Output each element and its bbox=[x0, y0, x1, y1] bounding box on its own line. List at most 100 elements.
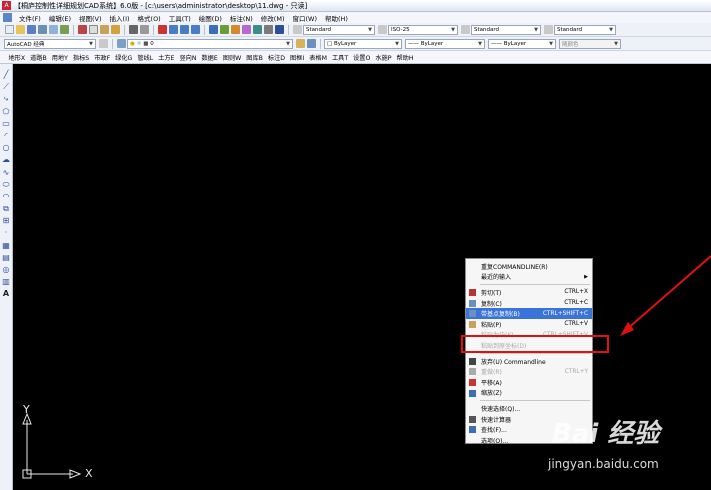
lineweight-select[interactable]: —— ByLayer ▼ bbox=[488, 38, 556, 49]
linetype-select[interactable]: —— ByLayer ▼ bbox=[405, 38, 485, 49]
undo-icon bbox=[469, 357, 476, 365]
rectangle-icon[interactable]: ▭ bbox=[2, 119, 11, 128]
make-block-icon[interactable]: ⊞ bbox=[2, 216, 11, 225]
workspace-select[interactable]: AutoCAD 经典 ▼ bbox=[4, 38, 96, 49]
multiline-text-icon[interactable]: A bbox=[2, 289, 11, 298]
menu-format[interactable]: 格式(O) bbox=[134, 13, 165, 23]
spline-icon[interactable]: ∿ bbox=[2, 168, 11, 177]
copy-icon[interactable] bbox=[89, 25, 98, 34]
cn-menu-earthwork[interactable]: 土方E bbox=[156, 53, 177, 62]
zoom-previous-icon[interactable] bbox=[191, 25, 200, 34]
menu-dimension[interactable]: 标注(N) bbox=[226, 13, 257, 23]
insert-block-icon[interactable]: ⧉ bbox=[2, 204, 11, 213]
zoom-realtime-icon[interactable] bbox=[169, 25, 178, 34]
cn-menu-settings[interactable]: 设置O bbox=[351, 53, 373, 62]
plot-icon[interactable] bbox=[38, 25, 47, 34]
cn-menu-library[interactable]: 图库B bbox=[244, 53, 266, 62]
context-menu-item[interactable]: 重复COMMANDLINE(R) bbox=[466, 261, 592, 272]
context-menu-item[interactable]: 带基点复制(B) CTRL+SHIFT+C bbox=[466, 308, 592, 319]
zoom-icon bbox=[469, 389, 476, 397]
context-menu-item[interactable]: 缩放(Z) bbox=[466, 388, 592, 399]
table-icon[interactable]: ▥ bbox=[2, 277, 11, 286]
menu-file[interactable]: 文件(F) bbox=[15, 13, 45, 23]
make-current-layer-icon[interactable] bbox=[296, 39, 305, 48]
match-properties-icon[interactable] bbox=[111, 25, 120, 34]
cn-menu-greening[interactable]: 绿化G bbox=[113, 53, 135, 62]
context-menu-item[interactable]: 放弃(U) Commandline bbox=[466, 356, 592, 367]
menu-tools[interactable]: 工具(T) bbox=[165, 13, 195, 23]
sheet-set-icon[interactable] bbox=[242, 25, 251, 34]
construction-line-icon[interactable]: ⟋ bbox=[2, 82, 11, 91]
cn-menu-terrain[interactable]: 地形X bbox=[6, 53, 28, 62]
line-icon[interactable]: ╱ bbox=[2, 70, 11, 79]
multileader-style-select[interactable]: Standard ▼ bbox=[554, 24, 616, 35]
context-menu-item[interactable]: 粘贴(P) CTRL+V bbox=[466, 319, 592, 330]
cn-menu-vertical[interactable]: 竖向N bbox=[177, 53, 199, 62]
ellipse-arc-icon[interactable]: ◠ bbox=[2, 192, 11, 201]
menu-view[interactable]: 视图(V) bbox=[75, 13, 106, 23]
app-icon[interactable]: A bbox=[2, 1, 11, 10]
separator bbox=[204, 24, 205, 35]
hatch-icon[interactable]: ▦ bbox=[2, 241, 11, 250]
color-select[interactable]: □ ByLayer ▼ bbox=[324, 38, 402, 49]
cn-menu-road[interactable]: 道路B bbox=[28, 53, 50, 62]
menu-edit[interactable]: 编辑(E) bbox=[45, 13, 75, 23]
menu-help[interactable]: 帮助(H) bbox=[321, 13, 352, 23]
cn-menu-pipeline[interactable]: 管线L bbox=[135, 53, 156, 62]
cn-menu-help[interactable]: 帮助H bbox=[394, 53, 416, 62]
menu-draw[interactable]: 绘图(D) bbox=[195, 13, 226, 23]
new-icon[interactable] bbox=[5, 25, 14, 34]
help-icon[interactable] bbox=[275, 25, 284, 34]
cn-menu-drawing-rules[interactable]: 图则W bbox=[220, 53, 244, 62]
context-menu-item[interactable]: 最近的输入 ▶ bbox=[466, 272, 592, 283]
revision-cloud-icon[interactable]: ☁ bbox=[2, 155, 11, 164]
pan-icon[interactable] bbox=[158, 25, 167, 34]
cn-menu-annotation[interactable]: 标注D bbox=[265, 53, 287, 62]
quickcalc-icon[interactable] bbox=[264, 25, 273, 34]
cn-menu-data[interactable]: 数据E bbox=[199, 53, 220, 62]
table-style-select[interactable]: Standard ▼ bbox=[471, 24, 541, 35]
polyline-icon[interactable]: ⤷ bbox=[2, 94, 11, 103]
cn-menu-landuse[interactable]: 用地Y bbox=[49, 53, 70, 62]
properties-icon[interactable] bbox=[209, 25, 218, 34]
open-icon[interactable] bbox=[16, 25, 25, 34]
dim-style-select[interactable]: ISO-25 ▼ bbox=[388, 24, 458, 35]
save-icon[interactable] bbox=[27, 25, 36, 34]
menu-modify[interactable]: 修改(M) bbox=[257, 13, 289, 23]
menu-insert[interactable]: 插入(I) bbox=[106, 13, 134, 23]
markup-icon[interactable] bbox=[253, 25, 262, 34]
gradient-icon[interactable]: ▤ bbox=[2, 253, 11, 262]
context-menu-item[interactable]: 复制(C) CTRL+C bbox=[466, 298, 592, 309]
cn-menu-index[interactable]: 指标S bbox=[70, 53, 91, 62]
cut-icon[interactable] bbox=[78, 25, 87, 34]
cn-menu-municipal[interactable]: 市政F bbox=[92, 53, 113, 62]
text-style-select[interactable]: Standard ▼ bbox=[303, 24, 375, 35]
workspace-settings-icon[interactable] bbox=[99, 39, 108, 48]
region-icon[interactable]: ◎ bbox=[2, 265, 11, 274]
context-menu-item[interactable]: 剪切(T) CTRL+X bbox=[466, 287, 592, 298]
context-menu-item[interactable]: 平移(A) bbox=[466, 377, 592, 388]
cn-menu-water[interactable]: 水施P bbox=[373, 53, 394, 62]
context-menu-item-shortcut: CTRL+X bbox=[564, 289, 588, 296]
layer-select[interactable]: ● ☼ ■ 0 ▼ bbox=[127, 38, 293, 49]
redo-icon[interactable] bbox=[140, 25, 149, 34]
undo-icon[interactable] bbox=[129, 25, 138, 34]
polygon-icon[interactable]: ⬠ bbox=[2, 107, 11, 116]
publish-icon[interactable] bbox=[60, 25, 69, 34]
document-icon[interactable] bbox=[3, 13, 12, 22]
cn-menu-frame[interactable]: 图框I bbox=[288, 53, 307, 62]
paste-icon[interactable] bbox=[100, 25, 109, 34]
point-icon[interactable]: · bbox=[2, 228, 11, 237]
arc-icon[interactable]: ◜ bbox=[2, 131, 11, 140]
circle-icon[interactable]: ○ bbox=[2, 143, 11, 152]
design-center-icon[interactable] bbox=[220, 25, 229, 34]
cn-menu-tools[interactable]: 工具T bbox=[329, 53, 350, 62]
layer-previous-icon[interactable] bbox=[307, 39, 316, 48]
tool-palettes-icon[interactable] bbox=[231, 25, 240, 34]
layer-properties-icon[interactable] bbox=[117, 39, 126, 48]
preview-icon[interactable] bbox=[49, 25, 58, 34]
cn-menu-table[interactable]: 表格M bbox=[307, 53, 330, 62]
ellipse-icon[interactable]: ⬭ bbox=[2, 180, 11, 189]
menu-window[interactable]: 窗口(W) bbox=[288, 13, 321, 23]
zoom-window-icon[interactable] bbox=[180, 25, 189, 34]
